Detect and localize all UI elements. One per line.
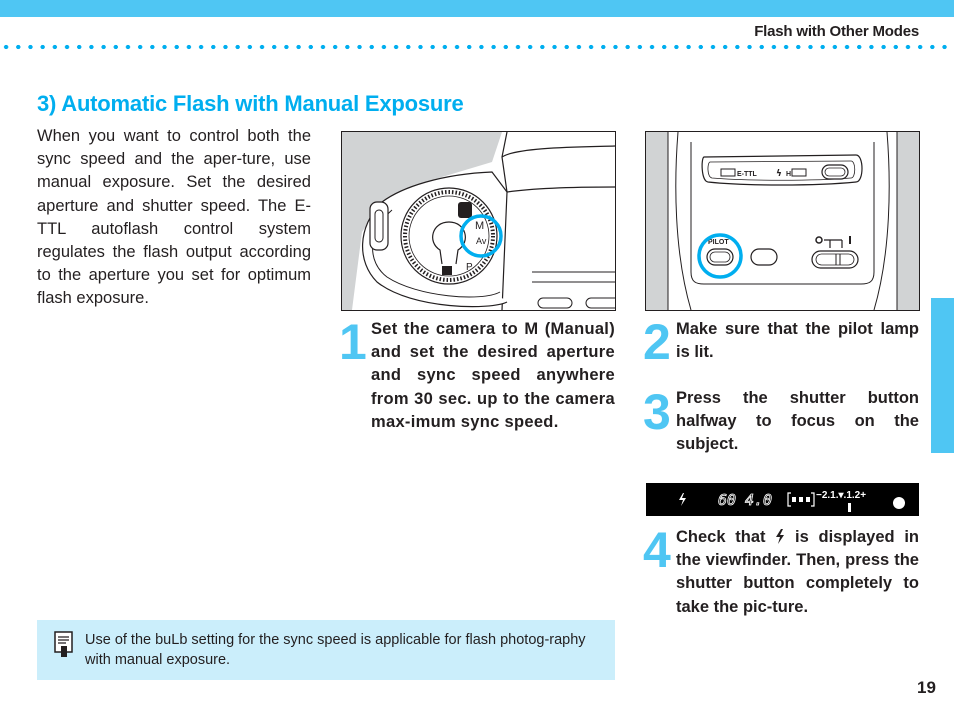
dial-av-label: Av: [476, 236, 487, 246]
flash-panel-illustration: E-TTL ϟ H PILOT: [646, 132, 919, 310]
power-switch: [811, 250, 859, 269]
step-number: 2: [643, 314, 671, 370]
chapter-tab: [931, 298, 954, 453]
exposure-scale: −2.1.▾.1.2+: [816, 490, 866, 501]
viewfinder-display: 60 4.0 −2.1.▾.1.2+: [646, 483, 919, 516]
dial-p-label: P: [466, 262, 473, 273]
viewfinder-readout: 60 4.0 −2.1.▾.1.2+: [646, 483, 919, 516]
top-color-bar: [0, 0, 954, 17]
svg-text:ϟ: ϟ: [776, 169, 782, 179]
camera-dial-illustration: M Av P: [342, 132, 615, 310]
dotted-divider: [0, 44, 954, 50]
focus-confirmation-icon: [893, 497, 905, 509]
intro-paragraph: When you want to control both the sync s…: [37, 127, 311, 308]
step-number: 1: [339, 314, 367, 370]
note-box: Use of the buLb setting for the sync spe…: [37, 620, 615, 680]
shutter-speed-readout: 60: [718, 491, 736, 509]
camera-dial-figure: M Av P: [341, 131, 616, 311]
dial-m-label: M: [475, 220, 484, 232]
step-4-text: Check that is displayed in the viewfinde…: [676, 526, 919, 619]
step-1-text: Set the camera to M (Manual) and set the…: [371, 320, 615, 431]
page-number: 19: [917, 678, 936, 697]
high-speed-label: H: [786, 171, 791, 178]
pilot-button: [706, 248, 734, 266]
section-title: 3) Automatic Flash with Manual Exposure: [37, 91, 464, 116]
step-number: 3: [643, 384, 671, 440]
chapter-header: Flash with Other Modes: [754, 23, 919, 40]
step-number: 4: [643, 522, 671, 578]
pilot-label: PILOT: [708, 239, 729, 246]
ettl-label: E-TTL: [737, 171, 758, 178]
step-4-text-part: Check that: [676, 528, 776, 546]
aperture-readout: 4.0: [745, 491, 772, 509]
flash-icon: [776, 529, 785, 544]
step-3-text: Press the shutter button halfway to focu…: [676, 389, 919, 454]
note-text: Use of the buLb setting for the sync spe…: [85, 632, 586, 668]
flash-panel-figure: E-TTL ϟ H PILOT: [645, 131, 920, 311]
step-2-text: Make sure that the pilot lamp is lit.: [676, 320, 919, 362]
memo-icon: [54, 631, 73, 657]
